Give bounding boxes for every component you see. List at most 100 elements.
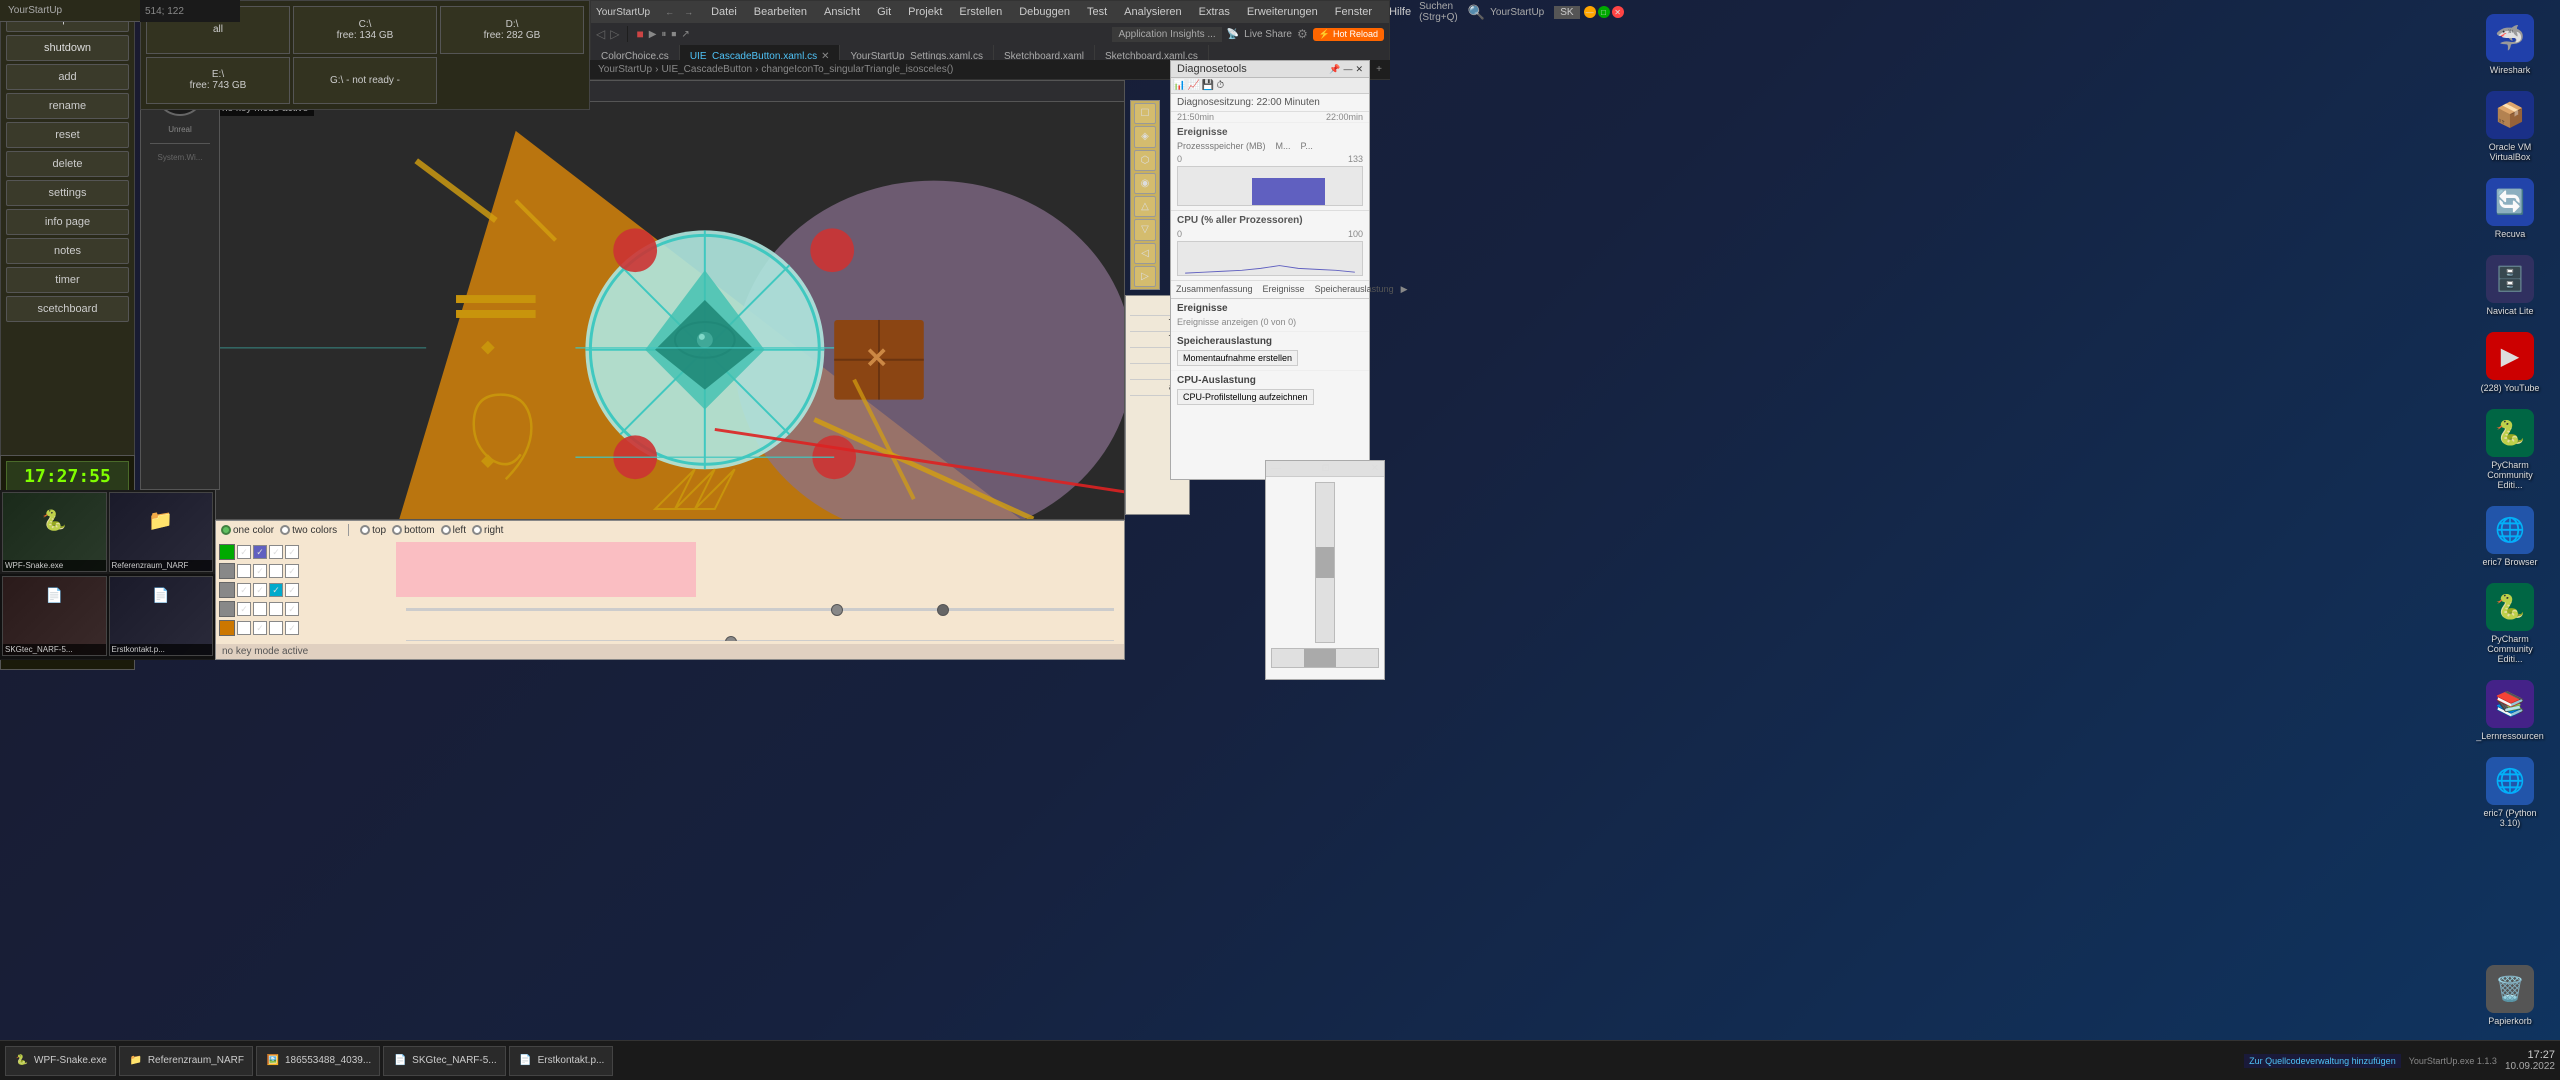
cb-4-1[interactable]: ✓	[237, 602, 251, 616]
cb-2-3[interactable]	[269, 564, 283, 578]
toolbar-icon-2[interactable]: ◈	[1134, 126, 1156, 147]
desktop-icon-virtualbox[interactable]: 📦 Oracle VM VirtualBox	[2470, 87, 2550, 166]
mini-panel-close[interactable]: ✕	[1371, 463, 1379, 474]
swatch-gray-3[interactable]	[219, 601, 235, 617]
drive-g[interactable]: G:\ - not ready -	[293, 57, 437, 105]
toolbar-icon-1[interactable]: ☐	[1134, 103, 1156, 124]
menu-analysieren[interactable]: Analysieren	[1116, 4, 1189, 20]
hot-reload-badge[interactable]: ⚡ Hot Reload	[1313, 28, 1384, 41]
live-share-label[interactable]: Live Share	[1244, 29, 1292, 40]
menu-hilfe[interactable]: Hilfe	[1381, 4, 1419, 20]
taskbar-item-erstkontakt[interactable]: 📄 Erstkontakt.p...	[509, 1046, 614, 1076]
taskbar-item-snake[interactable]: 🐍 WPF-Snake.exe	[5, 1046, 116, 1076]
rename-button[interactable]: rename	[6, 93, 129, 119]
diag-close-icon[interactable]: ✕	[1355, 64, 1363, 75]
toolbar-icon-4[interactable]: ◉	[1134, 173, 1156, 194]
menu-git[interactable]: Git	[869, 4, 899, 20]
breadcrumb-add-icon[interactable]: +	[1376, 64, 1382, 75]
toolbar-play[interactable]: ■	[636, 27, 643, 41]
maximize-button[interactable]: □	[1598, 6, 1610, 18]
cb-3-3[interactable]: ✓	[269, 583, 283, 597]
thumb-erstkontakt[interactable]: 📄 Erstkontakt.p...	[109, 576, 214, 656]
cb-4-4[interactable]: ✓	[285, 602, 299, 616]
cb-1-4[interactable]: ✓	[285, 545, 299, 559]
diag-tab-ereignisse[interactable]: Ereignisse	[1258, 281, 1310, 298]
timer-button[interactable]: timer	[6, 267, 129, 293]
toolbar-icon-3[interactable]: ⬡	[1134, 150, 1156, 171]
swatch-gray[interactable]	[219, 563, 235, 579]
diag-pin-icon[interactable]: 📌	[1329, 64, 1340, 75]
radio-bottom[interactable]: bottom	[392, 525, 435, 536]
menu-erstellen[interactable]: Erstellen	[951, 4, 1010, 20]
desktop-icon-eric7[interactable]: 🌐 eric7 (Python 3.10)	[2470, 753, 2550, 832]
diag-toolbar-icon2[interactable]: 📈	[1187, 80, 1199, 91]
menu-extras[interactable]: Extras	[1191, 4, 1238, 20]
diag-snapshot-btn[interactable]: Momentaufnahme erstellen	[1177, 350, 1298, 366]
cb-3-2[interactable]: ✓	[253, 583, 267, 597]
slider-2-thumb[interactable]	[725, 636, 737, 641]
slider-2[interactable]	[406, 634, 1114, 641]
toolbar-back[interactable]: ◁	[596, 27, 605, 41]
cb-4-2[interactable]	[253, 602, 267, 616]
search-icon[interactable]: 🔍	[1468, 4, 1485, 21]
diag-tab-zusammenfassung[interactable]: Zusammenfassung	[1171, 281, 1258, 298]
toolbar-pause[interactable]: ⏸	[661, 29, 666, 40]
thumb-referenz[interactable]: 📁 Referenzraum_NARF	[109, 492, 214, 572]
cb-1-1[interactable]: ✓	[237, 545, 251, 559]
canvas-area[interactable]: ✕ ⬥ ⬥	[216, 101, 1124, 519]
diag-tab-speicher[interactable]: Speicherauslastung	[1310, 281, 1399, 298]
info-page-button[interactable]: info page	[6, 209, 129, 235]
app-insights[interactable]: Application Insights ...	[1112, 27, 1221, 42]
radio-right[interactable]: right	[472, 525, 503, 536]
toolbar-stop[interactable]: ⏹	[671, 29, 676, 40]
desktop-icon-youtube[interactable]: ▶ (228) YouTube	[2470, 328, 2550, 397]
close-button[interactable]: ✕	[1612, 6, 1624, 18]
cb-2-1[interactable]	[237, 564, 251, 578]
menu-fenster[interactable]: Fenster	[1327, 4, 1380, 20]
settings-icon[interactable]: ⚙	[1297, 27, 1308, 41]
thumb-snake[interactable]: 🐍 WPF-Snake.exe	[2, 492, 107, 572]
drive-e[interactable]: E:\ free: 743 GB	[146, 57, 290, 105]
horizontal-scrollbar[interactable]	[1271, 648, 1379, 668]
menu-debuggen[interactable]: Debuggen	[1011, 4, 1078, 20]
toolbar-icon-7[interactable]: ◁	[1134, 243, 1156, 264]
slider-1-thumb-2[interactable]	[937, 604, 949, 616]
menu-undo[interactable]: ←	[665, 7, 674, 17]
menu-test[interactable]: Test	[1079, 4, 1115, 20]
cb-5-4[interactable]: ✓	[285, 621, 299, 635]
minimize-button[interactable]: —	[1584, 6, 1596, 18]
drive-d[interactable]: D:\ free: 282 GB	[440, 6, 584, 54]
menu-bearbeiten[interactable]: Bearbeiten	[746, 4, 815, 20]
diag-cpu-profile-btn[interactable]: CPU-Profilstellung aufzeichnen	[1177, 389, 1314, 405]
menu-redo[interactable]: →	[684, 7, 693, 17]
radio-top[interactable]: top	[360, 525, 386, 536]
cb-5-1[interactable]	[237, 621, 251, 635]
thumb-skg[interactable]: 📄 SKGtec_NARF-5...	[2, 576, 107, 656]
cb-3-4[interactable]: ✓	[285, 583, 299, 597]
toolbar-icon-8[interactable]: ▷	[1134, 266, 1156, 287]
desktop-icon-pycharm-1[interactable]: 🐍 PyCharm Community Editi...	[2470, 405, 2550, 494]
diag-toolbar-icon3[interactable]: 💾	[1202, 80, 1214, 91]
diag-toolbar-icon4[interactable]: ⏱	[1216, 80, 1224, 91]
notes-button[interactable]: notes	[6, 238, 129, 264]
toolbar-icon-6[interactable]: ▽	[1134, 219, 1156, 240]
taskbar-item-skg[interactable]: 📄 SKGtec_NARF-5...	[383, 1046, 505, 1076]
toolbar-run[interactable]: ▶	[649, 29, 657, 40]
shutdown-button[interactable]: shutdown	[6, 35, 129, 61]
settings-button[interactable]: settings	[6, 180, 129, 206]
radio-left[interactable]: left	[441, 525, 466, 536]
menu-ansicht[interactable]: Ansicht	[816, 4, 868, 20]
reset-button[interactable]: reset	[6, 122, 129, 148]
desktop-icon-lernressourcen[interactable]: 📚 _Lernressourcen	[2470, 676, 2550, 745]
swatch-orange[interactable]	[219, 620, 235, 636]
scetchboard-button[interactable]: scetchboard	[6, 296, 129, 322]
notification-add-source[interactable]: Zur Quellcodeverwaltung hinzufügen	[2244, 1054, 2401, 1068]
add-button[interactable]: add	[6, 64, 129, 90]
cb-3-1[interactable]: ✓	[237, 583, 251, 597]
toolbar-icon-5[interactable]: △	[1134, 196, 1156, 217]
swatch-green[interactable]	[219, 544, 235, 560]
menu-erweiterungen[interactable]: Erweiterungen	[1239, 4, 1326, 20]
vertical-scrollbar[interactable]	[1315, 482, 1335, 643]
cb-5-2[interactable]: ✓	[253, 621, 267, 635]
slider-1-thumb[interactable]	[831, 604, 843, 616]
